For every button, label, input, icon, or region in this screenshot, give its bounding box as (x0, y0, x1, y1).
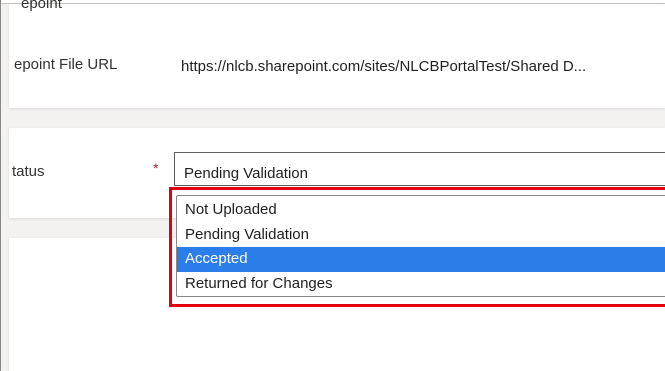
required-indicator: * (153, 160, 159, 176)
option-not-uploaded[interactable]: Not Uploaded (177, 198, 665, 223)
option-accepted[interactable]: Accepted (177, 247, 665, 272)
status-label: tatus (12, 163, 45, 180)
status-select[interactable]: Pending Validation (174, 152, 665, 186)
option-pending-validation[interactable]: Pending Validation (177, 223, 665, 248)
status-options-listbox[interactable]: Not Uploaded Pending Validation Accepted… (176, 195, 665, 297)
sharepoint-url-value[interactable]: https://nlcb.sharepoint.com/sites/NLCBPo… (181, 58, 586, 75)
option-returned-for-changes[interactable]: Returned for Changes (177, 272, 665, 297)
window-left-edge (0, 0, 1, 371)
sharepoint-url-label: epoint File URL (14, 56, 118, 73)
status-select-value: Pending Validation (184, 165, 308, 182)
cut-off-field-label: epoint (21, 0, 62, 12)
